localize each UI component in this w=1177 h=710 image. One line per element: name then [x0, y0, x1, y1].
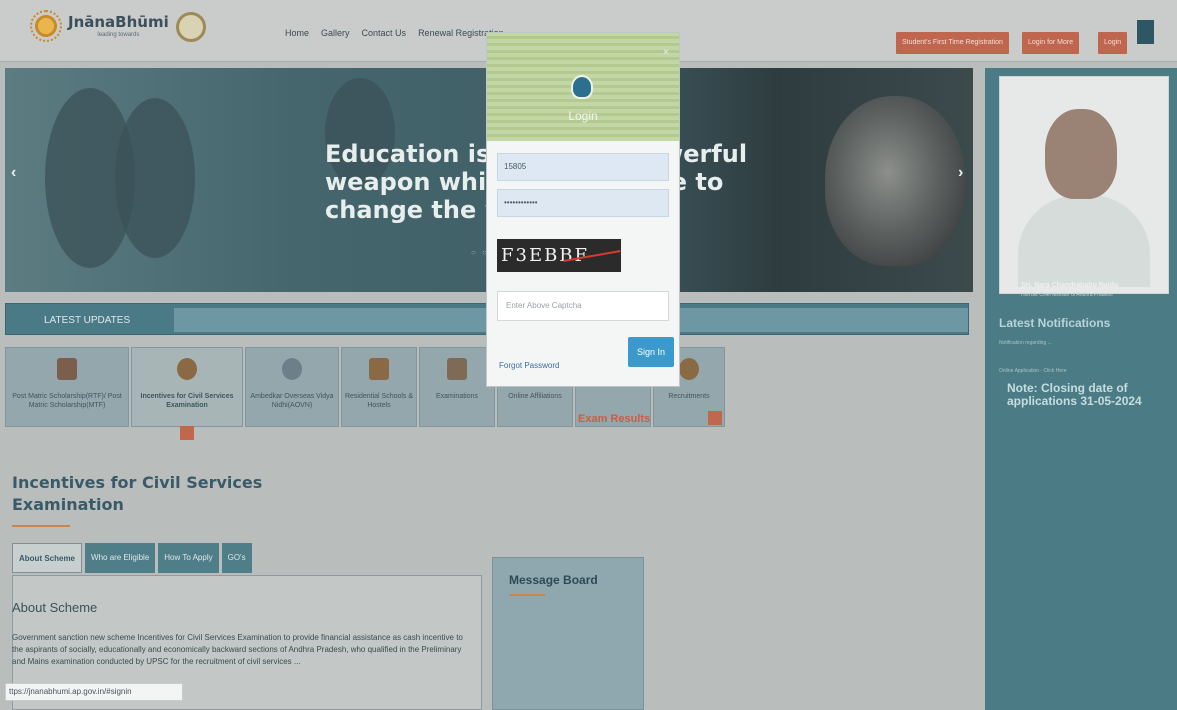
tile-post-matric-scholarship[interactable]: Post Matric Scholarship(RTF)/ Post Matri… [5, 347, 129, 427]
close-icon[interactable]: × [663, 47, 669, 58]
nav-gallery[interactable]: Gallery [321, 28, 350, 38]
exam-results-link[interactable]: Exam Results [578, 413, 650, 425]
message-board: Message Board [492, 557, 644, 710]
chief-minister-photo [999, 76, 1169, 294]
page-title: Incentives for Civil Services Examinatio… [12, 473, 263, 514]
captcha-image: F3EBBF [497, 239, 621, 272]
password-field[interactable]: •••••••••••• [497, 189, 669, 217]
tab-who-are-eligible[interactable]: Who are Eligible [85, 543, 156, 573]
content-title: About Scheme [12, 600, 98, 615]
tile-label: Online Affiliations [508, 393, 562, 400]
tile-ambedkar-overseas[interactable]: Ambedkar Overseas Vidya Nidhi(AOVN) [245, 347, 339, 427]
school-building-icon [369, 358, 389, 380]
logo-tagline: leading towards [97, 32, 140, 38]
notification-notice: Note: Closing date of applications 31-05… [1007, 381, 1142, 408]
latest-notifications-heading: Latest Notifications [999, 316, 1111, 330]
tile-label: Examinations [435, 393, 479, 400]
tab-about-scheme[interactable]: About Scheme [12, 543, 83, 573]
notification-item[interactable]: Notification regarding ... [999, 340, 1052, 346]
tile-incentives-civil-services[interactable]: Incentives for Civil Services Examinatio… [131, 347, 243, 440]
scholarship-icon [57, 358, 77, 380]
forgot-password-link[interactable]: Forgot Password [499, 361, 559, 370]
message-board-underline [509, 594, 545, 596]
notification-link[interactable]: Online Application - Click Here [999, 368, 1067, 374]
recruitment-marker [708, 411, 722, 425]
tile-label: Incentives for Civil Services Examinatio… [140, 393, 234, 409]
latest-updates-label: LATEST UPDATES [44, 315, 131, 326]
globe-icon [282, 358, 302, 380]
right-sidebar: Sri. Nara Chandrababu Naidu Hon'ble Chie… [985, 68, 1177, 710]
slider-portrait-image [825, 96, 965, 266]
login-modal: × Login 15805 •••••••••••• F3EBBF Enter … [486, 32, 680, 387]
sign-in-button[interactable]: Sign In [628, 337, 674, 367]
username-field[interactable]: 15805 [497, 153, 669, 181]
tab-how-to-apply[interactable]: How To Apply [158, 543, 219, 573]
tile-label: Residential Schools & Hostels [344, 393, 414, 409]
content-text: Government sanction new scheme Incentive… [12, 633, 463, 666]
tile-label: Post Matric Scholarship(RTF)/ Post Matri… [12, 393, 122, 409]
nav-contact-us[interactable]: Contact Us [362, 28, 407, 38]
login-modal-header: × Login [487, 33, 679, 141]
message-board-title: Message Board [509, 573, 598, 587]
examination-icon [447, 358, 467, 380]
main-nav: Home Gallery Contact Us Renewal Registra… [285, 28, 504, 38]
first-time-registration-button[interactable]: Student's First Time Registration [896, 32, 1009, 54]
login-for-more-button[interactable]: Login for More [1022, 32, 1080, 54]
site-logo[interactable]: JnānaBhūmi leading towards [30, 10, 169, 42]
tab-gos[interactable]: GO's [221, 543, 252, 573]
slider-figure-image [115, 98, 195, 258]
portrait-head [1045, 109, 1117, 199]
tile-examinations[interactable]: Examinations [419, 347, 495, 427]
state-emblem-icon [176, 12, 206, 42]
user-lock-icon [571, 75, 593, 99]
heading-underline [12, 525, 70, 527]
tile-label: Ambedkar Overseas Vidya Nidhi(AOVN) [250, 393, 334, 409]
status-bar-url: ttps://jnanabhumi.ap.gov.in/#signin [5, 683, 183, 701]
recruitment-icon [679, 358, 699, 380]
slider-prev-icon[interactable]: ‹ [11, 164, 16, 182]
menu-toggle-icon[interactable] [1137, 20, 1154, 44]
captcha-input[interactable]: Enter Above Captcha [497, 291, 669, 321]
civil-services-icon [177, 358, 197, 380]
page: JnānaBhūmi leading towards Home Gallery … [0, 0, 1177, 710]
login-button[interactable]: Login [1098, 32, 1128, 54]
active-tile-marker [180, 426, 194, 440]
slider-next-icon[interactable]: › [958, 164, 963, 182]
person-name: Sri. Nara Chandrababu Naidu [1021, 282, 1119, 289]
captcha-text: F3EBBF [501, 245, 590, 266]
portrait-body [1018, 195, 1150, 287]
tile-label: Recruitments [668, 393, 710, 400]
sun-logo-icon [30, 10, 62, 42]
logo-text: JnānaBhūmi [68, 13, 169, 31]
scheme-tabs: About Scheme Who are Eligible How To App… [12, 543, 252, 573]
login-title: Login [568, 109, 598, 123]
person-title: Hon'ble Chief Minister of Andhra Pradesh [1021, 292, 1113, 298]
tile-residential-schools[interactable]: Residential Schools & Hostels [341, 347, 417, 427]
nav-home[interactable]: Home [285, 28, 309, 38]
